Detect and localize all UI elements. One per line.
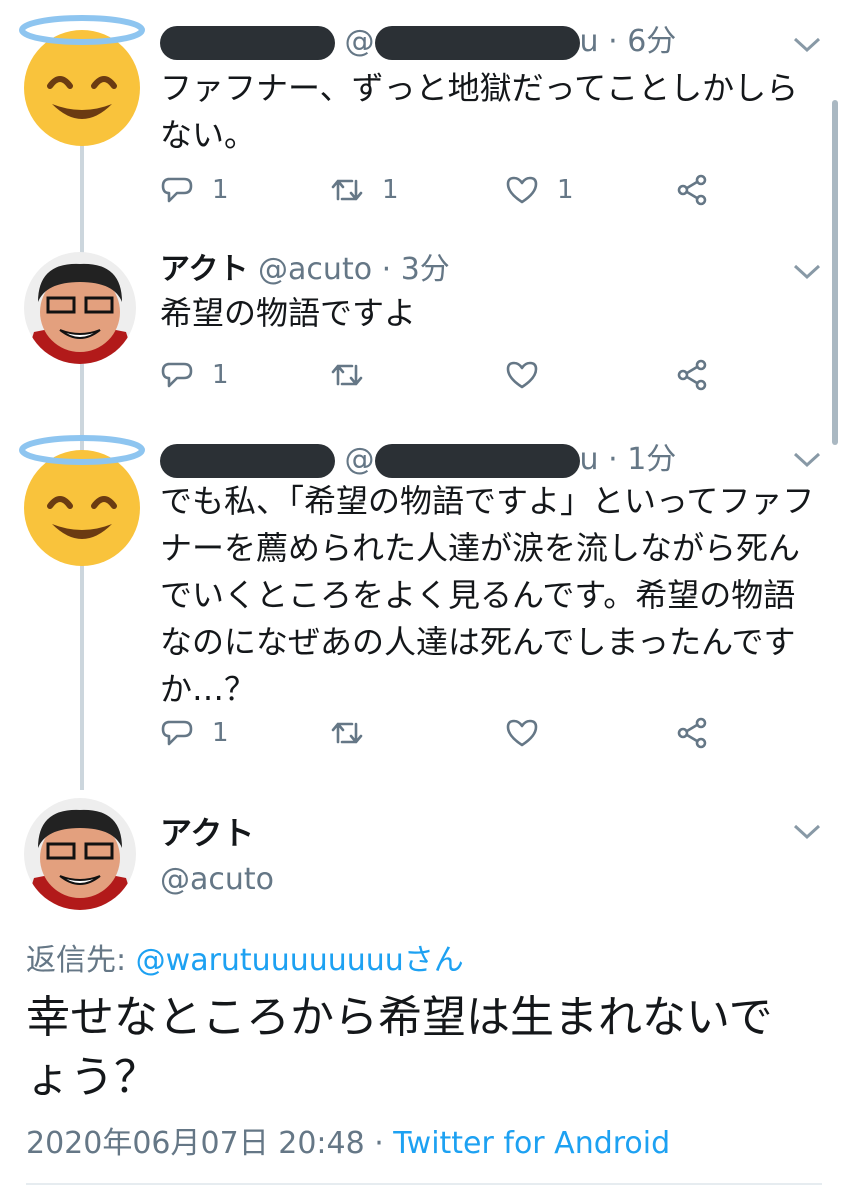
reply-to-link[interactable]: @warutuuuuuuuuさん — [136, 943, 464, 978]
share-icon — [677, 174, 707, 206]
like-button[interactable] — [505, 713, 557, 753]
reply-to: 返信先: @warutuuuuuuuuさん — [26, 935, 464, 979]
detail-text: 幸せなところから希望は生まれないでょう？ — [26, 992, 773, 1103]
detail-timestamp: 2020年06月07日 20:48 · — [26, 1126, 394, 1161]
share-icon — [677, 717, 707, 749]
share-button[interactable] — [675, 355, 727, 395]
redacted-handle — [374, 25, 580, 60]
divider — [26, 1183, 822, 1185]
tweet-handle-end[interactable]: u — [580, 442, 599, 477]
reply-count: 1 — [212, 718, 229, 748]
acuto-avatar[interactable] — [24, 798, 136, 910]
tweet-header: @ u · 6分 — [160, 22, 676, 62]
retweet-button[interactable] — [330, 713, 382, 753]
reply-button[interactable]: 1 — [160, 170, 229, 210]
reply-icon — [161, 177, 193, 203]
retweet-icon — [331, 179, 363, 201]
reply-icon — [161, 720, 193, 746]
tweet-header: アクト @acuto · 3分 — [160, 252, 450, 287]
reply-to-label: 返信先: — [26, 943, 136, 978]
like-button[interactable]: 1 — [505, 170, 574, 210]
tweet-actions: 1 — [160, 355, 760, 395]
tweet-time: 6分 — [627, 24, 677, 59]
share-icon — [677, 359, 707, 391]
tweet-name[interactable]: アクト — [160, 252, 249, 287]
redacted-name — [160, 25, 335, 60]
reply-count: 1 — [212, 360, 229, 390]
share-button[interactable] — [675, 170, 727, 210]
scrollbar[interactable] — [832, 100, 838, 445]
tweet-handle-start[interactable]: @ — [345, 24, 375, 59]
detail-meta: 2020年06月07日 20:48 · Twitter for Android — [26, 1118, 670, 1162]
tweet-text: 希望の物語ですよ — [160, 294, 417, 332]
angel-emoji-avatar[interactable] — [19, 15, 145, 146]
retweet-count: 1 — [382, 175, 399, 205]
retweet-icon — [331, 722, 363, 744]
tweet-time: 1分 — [627, 442, 677, 477]
tweet-text: ファフナー、ずっと地獄だってことしかしらない。 — [160, 69, 799, 154]
reply-icon — [161, 362, 193, 388]
heart-icon — [506, 719, 538, 747]
tweet-time: 3分 — [400, 252, 450, 287]
retweet-button[interactable]: 1 — [330, 170, 399, 210]
heart-icon — [506, 176, 538, 204]
chevron-down-icon[interactable] — [792, 822, 822, 842]
detail-name[interactable]: アクト — [160, 808, 254, 854]
chevron-down-icon[interactable] — [792, 35, 822, 55]
reply-button[interactable]: 1 — [160, 355, 229, 395]
chevron-down-icon[interactable] — [792, 262, 822, 282]
like-button[interactable] — [505, 355, 557, 395]
like-count: 1 — [557, 175, 574, 205]
reply-button[interactable]: 1 — [160, 713, 229, 753]
detail-handle[interactable]: @acuto — [160, 862, 274, 897]
tweet-handle[interactable]: @acuto — [258, 252, 372, 287]
angel-emoji-avatar[interactable] — [19, 435, 145, 566]
tweet-handle-end[interactable]: u — [580, 24, 599, 59]
tweet-actions: 1 1 1 — [160, 170, 760, 210]
tweet-actions: 1 — [160, 713, 760, 753]
retweet-button[interactable] — [330, 355, 382, 395]
source-link[interactable]: Twitter for Android — [393, 1126, 670, 1161]
redacted-handle — [374, 443, 580, 478]
reply-count: 1 — [212, 175, 229, 205]
chevron-down-icon[interactable] — [792, 450, 822, 470]
tweet-header: @ u · 1分 — [160, 440, 676, 480]
share-button[interactable] — [675, 713, 727, 753]
tweet-text: でも私、「希望の物語ですよ」といってファフナーを薦められた人達が涙を流しながら死… — [160, 482, 815, 708]
heart-icon — [506, 361, 538, 389]
retweet-icon — [331, 364, 363, 386]
acuto-avatar[interactable] — [24, 252, 136, 364]
redacted-name — [160, 443, 335, 478]
tweet-handle-start[interactable]: @ — [345, 442, 375, 477]
